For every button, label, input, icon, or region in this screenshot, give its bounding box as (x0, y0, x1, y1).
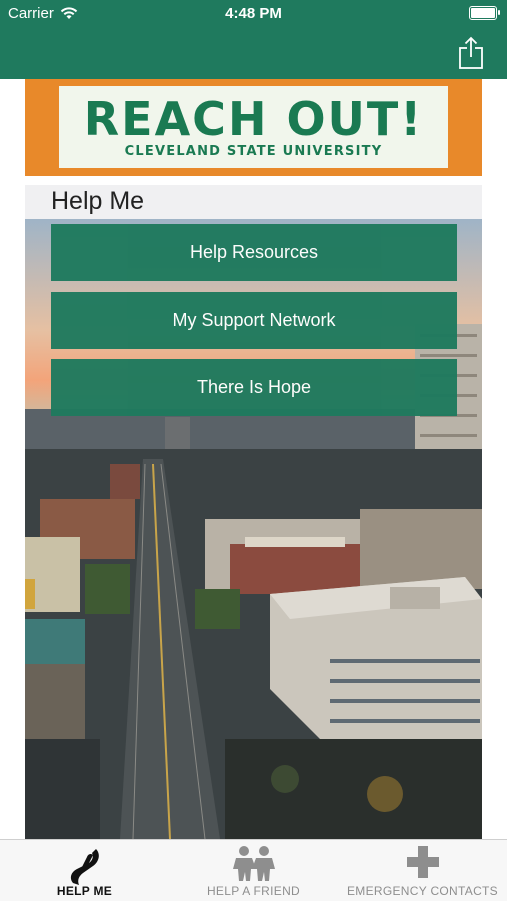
reach-out-banner: REACH OUT! CLEVELAND STATE UNIVERSITY (25, 79, 482, 176)
tab-bar: HELP ME HELP A FRIEND EMERGENCY CONTACTS (0, 839, 507, 901)
banner-subtitle: CLEVELAND STATE UNIVERSITY (124, 144, 383, 159)
tab-help-me[interactable]: HELP ME (0, 840, 169, 901)
tab-emergency-contacts-label: EMERGENCY CONTACTS (347, 884, 498, 898)
status-time: 4:48 PM (225, 5, 282, 22)
tab-help-a-friend[interactable]: HELP A FRIEND (169, 840, 338, 901)
tab-help-a-friend-label: HELP A FRIEND (206, 884, 301, 898)
my-support-network-button[interactable]: My Support Network (51, 292, 457, 349)
help-resources-button[interactable]: Help Resources (51, 224, 457, 281)
friends-icon (232, 846, 275, 881)
hands-icon (70, 849, 99, 885)
section-title-text: Help Me (51, 187, 145, 215)
there-is-hope-button[interactable]: There Is Hope (51, 359, 457, 416)
cross-icon (406, 846, 439, 878)
banner-logo: REACH OUT! CLEVELAND STATE UNIVERSITY (59, 86, 448, 168)
tab-emergency-contacts[interactable]: EMERGENCY CONTACTS (338, 840, 507, 901)
status-bar: Carrier 4:48 PM (0, 0, 507, 28)
banner-title: REACH OUT! (83, 92, 424, 146)
share-icon[interactable] (457, 36, 485, 70)
battery-icon (469, 6, 500, 20)
section-title: Help Me (25, 185, 482, 219)
tab-help-me-label: HELP ME (56, 884, 113, 898)
app-header: Carrier 4:48 PM (0, 0, 507, 79)
